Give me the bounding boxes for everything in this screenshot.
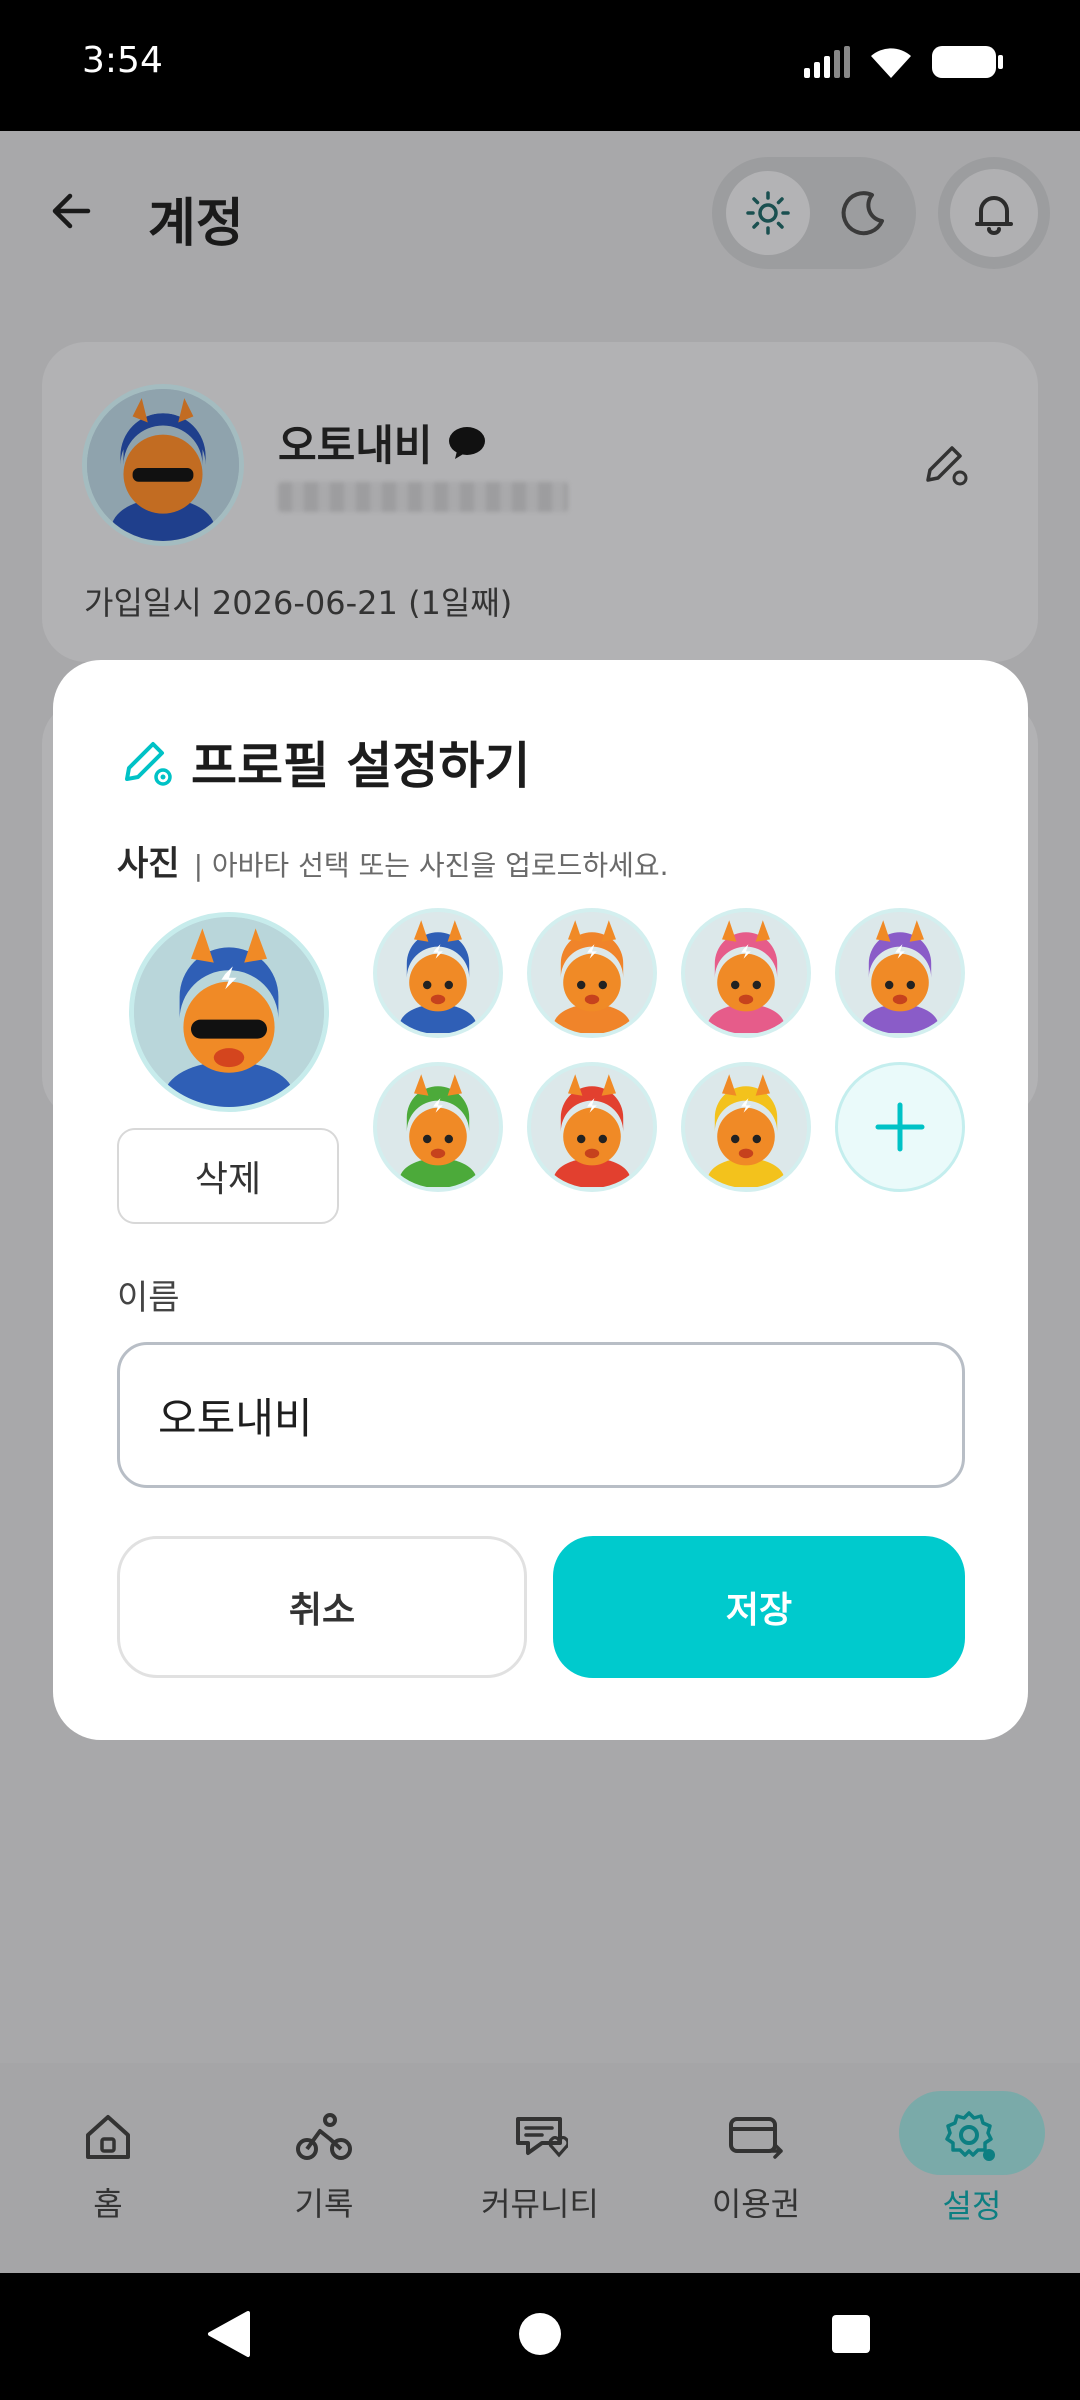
avatar-option-red[interactable]	[527, 1062, 657, 1192]
avatar-option-blue[interactable]	[373, 908, 503, 1038]
kakao-chat-icon	[448, 426, 485, 459]
modal-title: 프로필 설정하기	[191, 737, 531, 795]
profile-card: 오토내비 가입일시 2026-06-21 (1일째)	[42, 342, 1038, 662]
nav-settings[interactable]: 설정	[864, 2063, 1080, 2273]
sun-icon[interactable]	[726, 171, 810, 255]
status-time: 3:54	[82, 40, 163, 81]
plus-icon	[875, 1102, 925, 1152]
profile-settings-modal: 프로필 설정하기 사진 | 아바타 선택 또는 사진을 업로드하세요. 삭제 이…	[53, 660, 1028, 1740]
profile-avatar	[82, 384, 244, 546]
status-icons	[804, 44, 1004, 80]
selected-avatar	[129, 912, 329, 1112]
nav-records[interactable]: 기록	[216, 2063, 432, 2273]
bell-icon	[975, 196, 1013, 235]
save-button[interactable]: 저장	[553, 1536, 965, 1678]
cancel-button[interactable]: 취소	[117, 1536, 527, 1678]
theme-toggle[interactable]	[712, 157, 916, 269]
system-navigation-bar	[0, 2273, 1080, 2400]
home-icon	[86, 2115, 130, 2159]
nav-community[interactable]: 커뮤니티	[432, 2063, 648, 2273]
back-arrow-icon[interactable]	[44, 183, 100, 239]
battery-icon	[932, 46, 1003, 78]
modal-header: 프로필 설정하기	[119, 726, 530, 798]
avatar-option-yellow[interactable]	[681, 1062, 811, 1192]
notification-button[interactable]	[938, 157, 1050, 269]
avatar-option-purple[interactable]	[835, 908, 965, 1038]
avatar-options	[373, 908, 965, 1192]
app-bar: 계정	[0, 131, 1080, 301]
system-home-icon[interactable]	[517, 2309, 563, 2359]
signal-icon	[804, 46, 850, 78]
profile-email-blurred	[278, 482, 568, 512]
system-recents-icon[interactable]	[828, 2309, 874, 2359]
settings-icon	[945, 2111, 995, 2161]
edit-settings-icon	[125, 742, 172, 786]
delete-photo-button[interactable]: 삭제	[117, 1128, 339, 1224]
status-bar: 3:54	[0, 0, 1080, 131]
wifi-icon	[871, 48, 911, 78]
avatar-option-orange[interactable]	[527, 908, 657, 1038]
moon-icon[interactable]	[822, 171, 906, 255]
joined-date: 가입일시 2026-06-21 (1일째)	[84, 584, 513, 622]
bike-icon	[296, 2113, 352, 2160]
photo-hint: | 아바타 선택 또는 사진을 업로드하세요.	[193, 849, 669, 882]
ticket-icon	[729, 2117, 783, 2159]
nav-ticket[interactable]: 이용권	[648, 2063, 864, 2273]
edit-profile-icon[interactable]	[920, 438, 974, 492]
page-title: 계정	[148, 194, 244, 254]
system-back-icon[interactable]	[206, 2309, 252, 2359]
avatar-option-pink[interactable]	[681, 908, 811, 1038]
profile-name: 오토내비	[278, 412, 487, 473]
name-label: 이름	[117, 1278, 180, 1318]
avatar-option-green[interactable]	[373, 1062, 503, 1192]
bottom-navigation: 홈 기록 커뮤니티 이용권 설정	[0, 2063, 1080, 2273]
upload-photo-button[interactable]	[835, 1062, 965, 1192]
name-input[interactable]	[117, 1342, 965, 1488]
nav-home[interactable]: 홈	[0, 2063, 216, 2273]
community-icon	[516, 2117, 568, 2158]
photo-section-label: 사진 | 아바타 선택 또는 사진을 업로드하세요.	[117, 844, 669, 884]
